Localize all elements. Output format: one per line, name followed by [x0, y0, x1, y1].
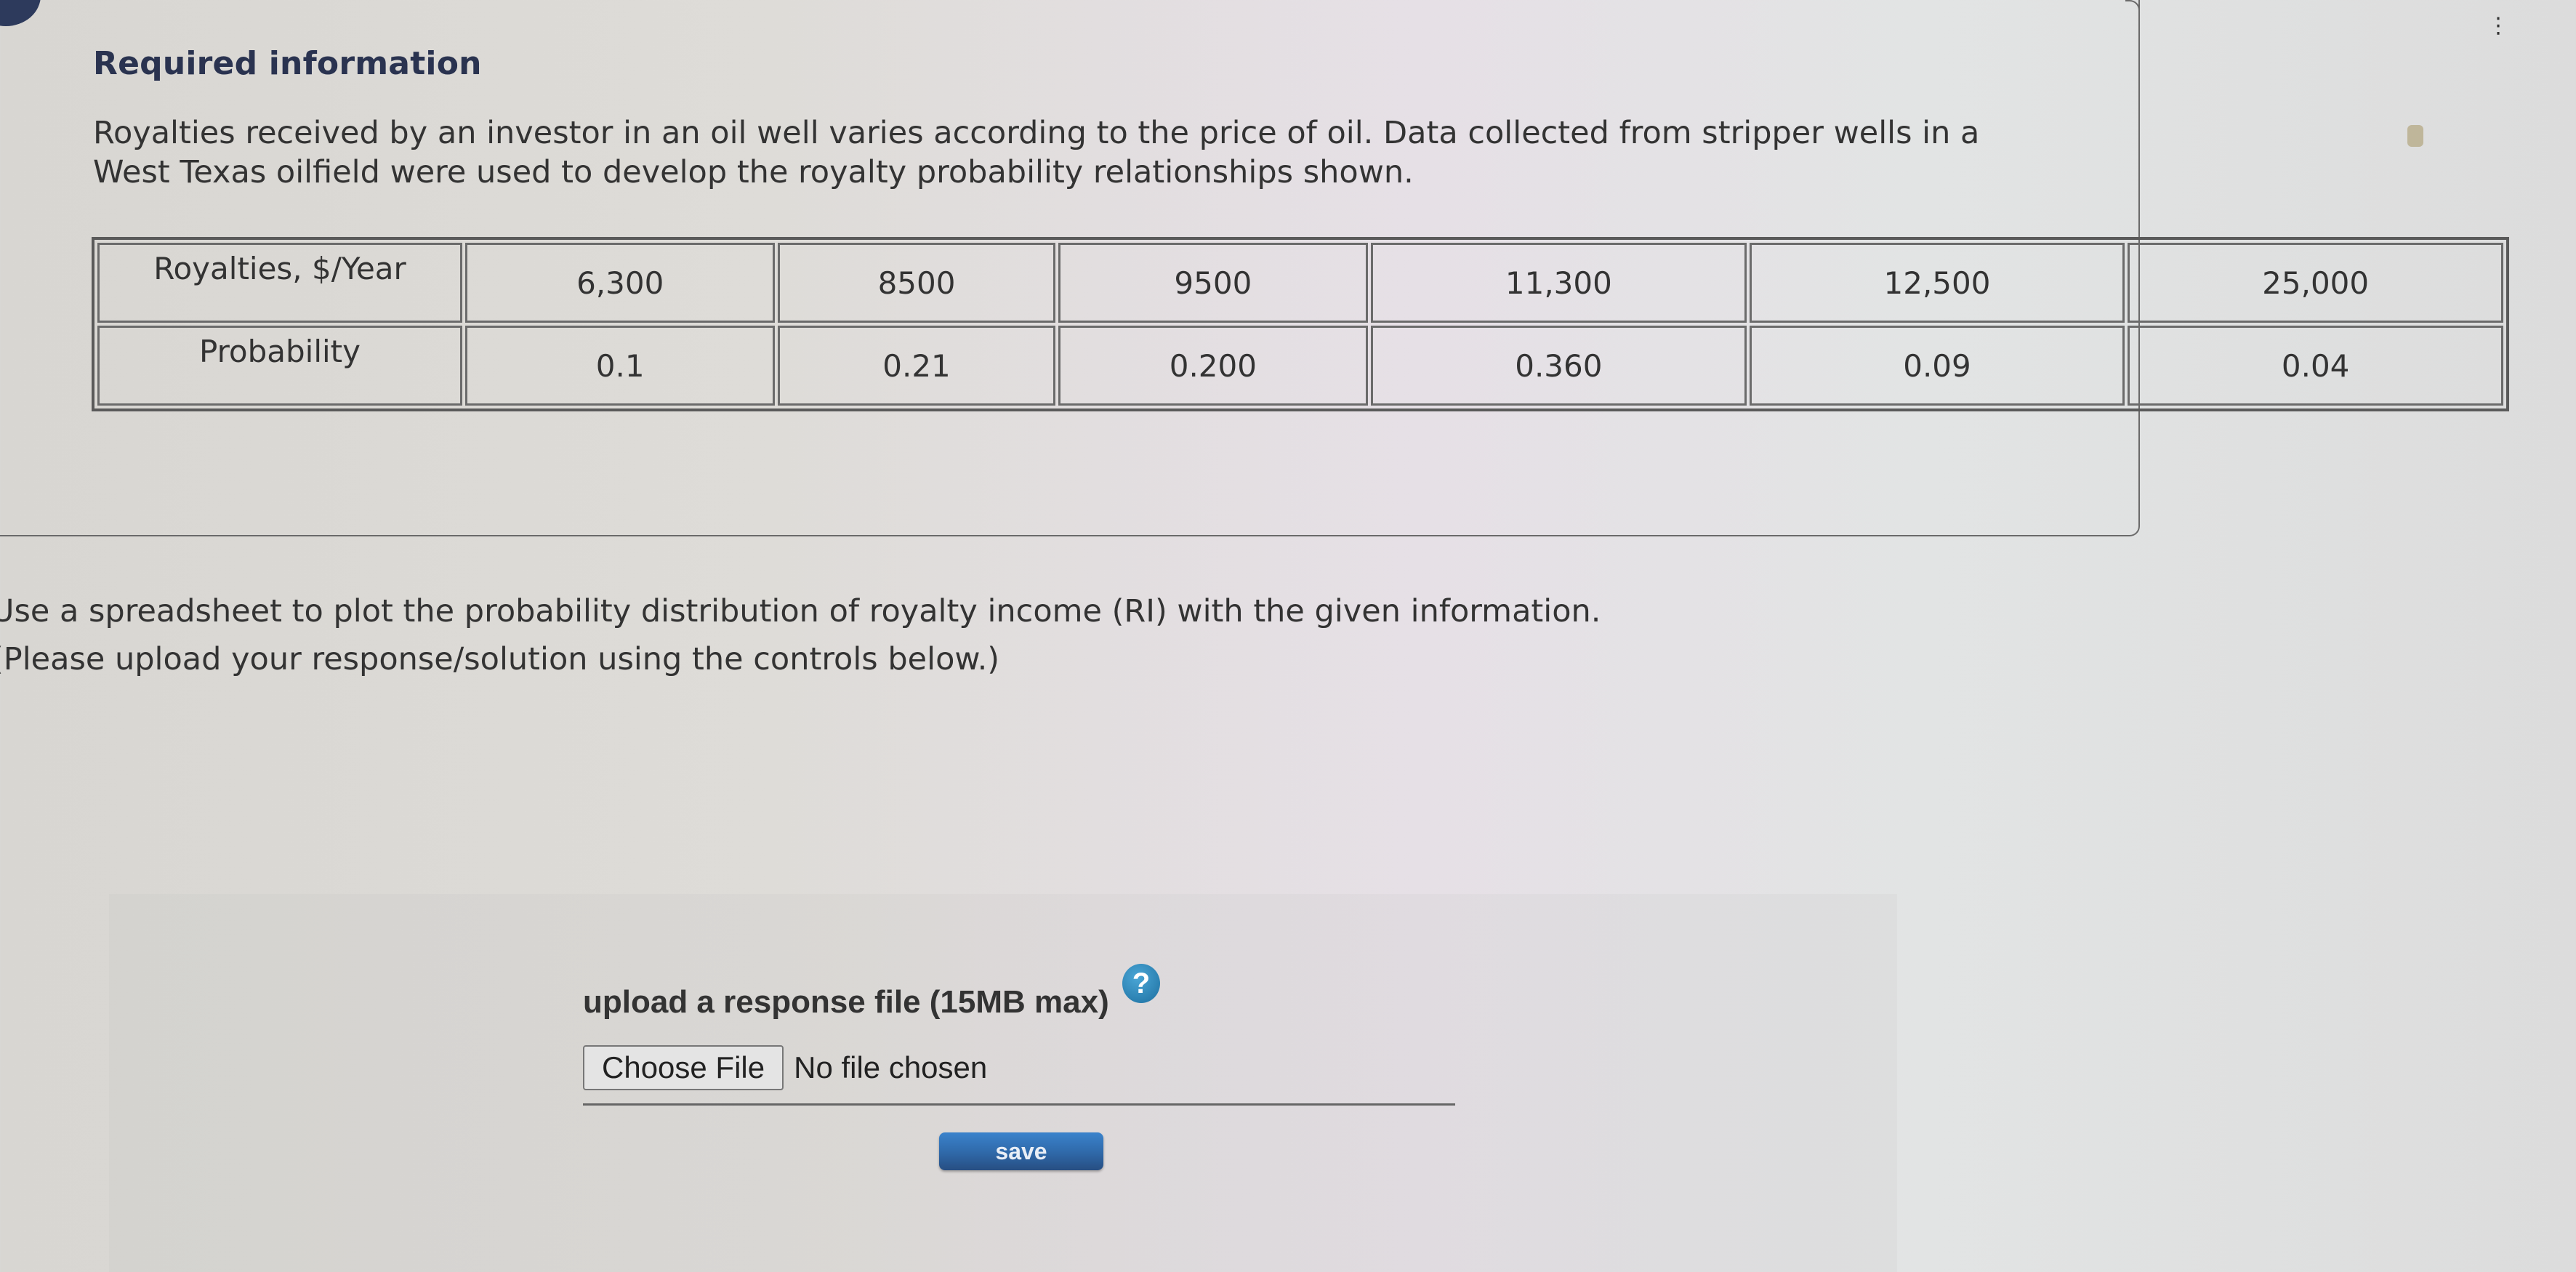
upload-label: upload a response file (15MB max) — [583, 984, 1109, 1020]
probability-cell: 0.21 — [778, 326, 1055, 406]
save-button[interactable]: save — [939, 1132, 1103, 1170]
row-header-royalties: Royalties, $/Year — [97, 243, 462, 323]
file-status-text: No file chosen — [794, 1050, 988, 1084]
screen-smudge — [2407, 125, 2423, 147]
royalty-probability-table: Royalties, $/Year 6,300 8500 9500 11,300… — [92, 237, 2509, 411]
probability-cell: 0.09 — [1749, 326, 2125, 406]
choose-file-button[interactable]: Choose File — [583, 1045, 784, 1090]
royalty-cell: 9500 — [1058, 243, 1369, 323]
royalty-cell: 11,300 — [1371, 243, 1747, 323]
royalty-cell: 25,000 — [2128, 243, 2503, 323]
probability-cell: 0.04 — [2128, 326, 2503, 406]
probability-cell: 0.200 — [1058, 326, 1369, 406]
upload-divider — [583, 1103, 1455, 1106]
problem-intro-text: Royalties received by an investor in an … — [93, 115, 1980, 190]
royalty-cell: 8500 — [778, 243, 1055, 323]
more-options-icon[interactable]: ⋮ — [2487, 15, 2509, 37]
required-information-title: Required information — [93, 45, 482, 82]
instruction-line-upload: (Please upload your response/solution us… — [0, 641, 1000, 677]
probability-cell: 0.1 — [465, 326, 776, 406]
table-row-royalties: Royalties, $/Year 6,300 8500 9500 11,300… — [97, 243, 2503, 323]
instruction-line-plot: Use a spreadsheet to plot the probabilit… — [0, 593, 1601, 629]
upload-panel — [109, 894, 1897, 1272]
instructions: Use a spreadsheet to plot the probabilit… — [0, 587, 1601, 683]
table-row-probability: Probability 0.1 0.21 0.200 0.360 0.09 0.… — [97, 326, 2503, 406]
file-input[interactable]: Choose File No file chosen — [583, 1045, 987, 1090]
royalty-cell: 6,300 — [465, 243, 776, 323]
royalty-cell: 12,500 — [1749, 243, 2125, 323]
probability-cell: 0.360 — [1371, 326, 1747, 406]
help-icon[interactable]: ? — [1122, 964, 1160, 1003]
row-header-probability: Probability — [97, 326, 462, 406]
